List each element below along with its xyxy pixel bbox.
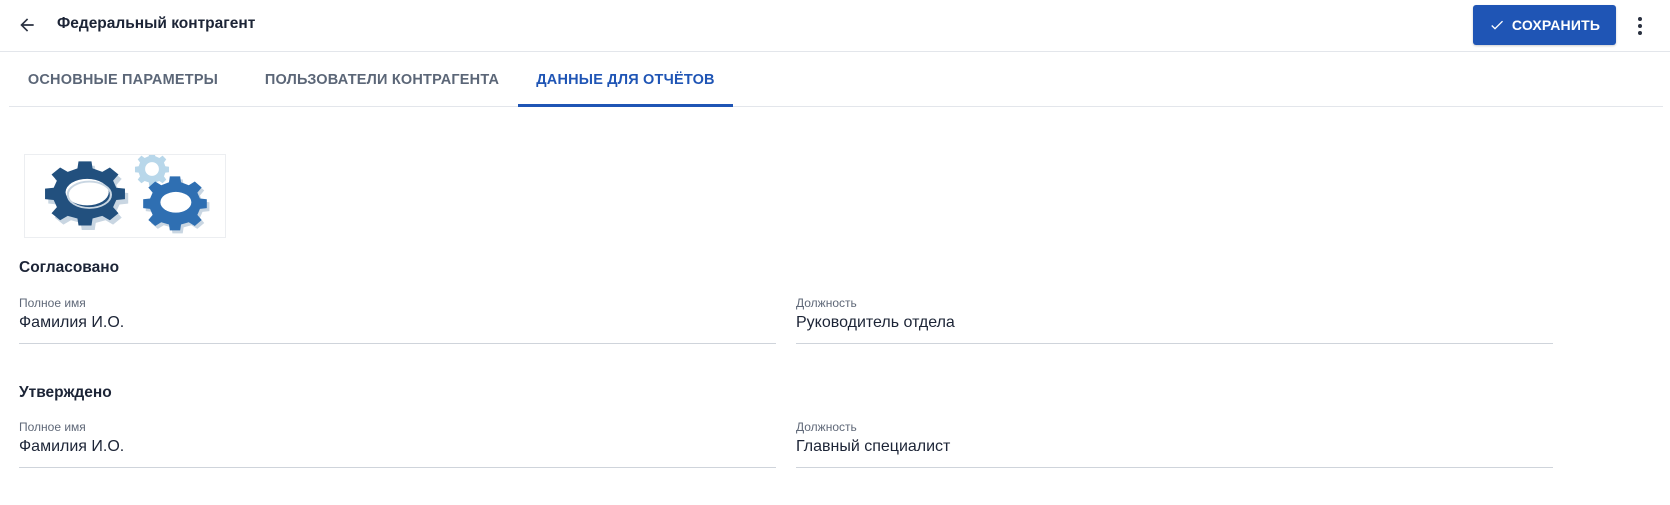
gears-logo-image xyxy=(45,155,210,234)
approved-full-name-label: Полное имя xyxy=(19,296,86,310)
approved-full-name-field[interactable]: Полное имя Фамилия И.О. xyxy=(19,296,776,344)
approved-position-field[interactable]: Должность Руководитель отдела xyxy=(796,296,1553,344)
confirmed-position-field[interactable]: Должность Главный специалист xyxy=(796,420,1553,468)
more-vertical-icon[interactable] xyxy=(1628,10,1652,42)
tab-contractor-users[interactable]: ПОЛЬЗОВАТЕЛИ КОНТРАГЕНТА xyxy=(252,53,512,106)
confirmed-full-name-input[interactable]: Фамилия И.О. xyxy=(19,438,776,456)
logo-image[interactable] xyxy=(24,154,226,238)
approved-full-name-input[interactable]: Фамилия И.О. xyxy=(19,314,776,332)
check-icon xyxy=(1491,20,1503,30)
confirmed-full-name-field[interactable]: Полное имя Фамилия И.О. xyxy=(19,420,776,468)
approved-section-title: Согласовано xyxy=(19,259,120,276)
tab-report-data[interactable]: ДАННЫЕ ДЛЯ ОТЧЁТОВ xyxy=(518,53,733,107)
save-button-label: СОХРАНИТЬ xyxy=(1511,17,1601,33)
tab-bar: ОСНОВНЫЕ ПАРАМЕТРЫ ПОЛЬЗОВАТЕЛИ КОНТРАГЕ… xyxy=(9,53,1663,107)
arrow-left-icon xyxy=(20,18,34,32)
approved-position-label: Должность xyxy=(796,296,857,310)
approved-position-input[interactable]: Руководитель отдела xyxy=(796,314,1553,332)
tab-main-parameters[interactable]: ОСНОВНЫЕ ПАРАМЕТРЫ xyxy=(9,53,237,106)
confirmed-position-input[interactable]: Главный специалист xyxy=(796,438,1553,456)
confirmed-position-label: Должность xyxy=(796,420,857,434)
top-bar: Федеральный контрагент СОХРАНИТЬ xyxy=(0,0,1670,52)
confirmed-section-title: Утверждено xyxy=(19,384,112,401)
confirmed-full-name-label: Полное имя xyxy=(19,420,86,434)
page-title: Федеральный контрагент xyxy=(57,15,256,32)
save-button[interactable]: СОХРАНИТЬ xyxy=(1473,5,1616,45)
back-button[interactable] xyxy=(12,10,42,40)
